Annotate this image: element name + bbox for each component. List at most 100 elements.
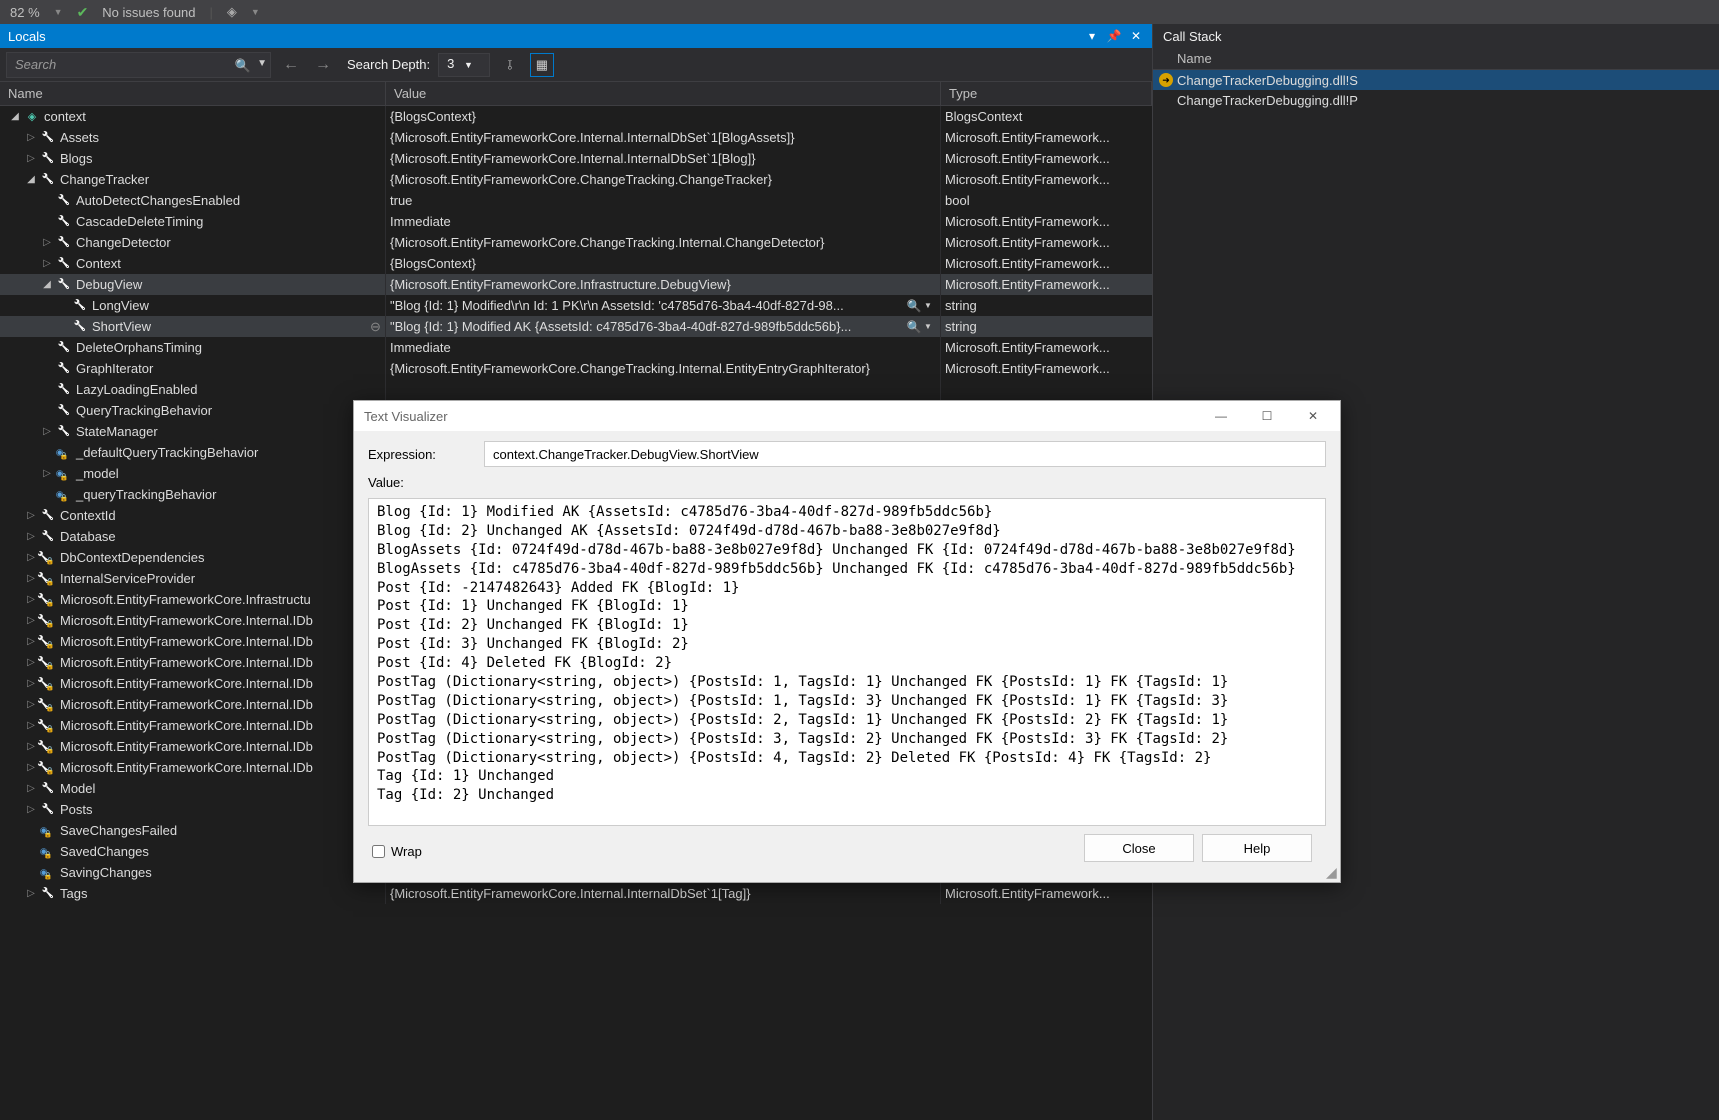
callstack-frame[interactable]: ChangeTrackerDebugging.dll!P [1153, 90, 1719, 110]
close-button[interactable]: Close [1084, 834, 1194, 862]
expander-icon[interactable]: ▷ [24, 551, 38, 565]
search-dropdown-icon[interactable]: ▼ [257, 58, 267, 69]
expander-icon[interactable]: ▷ [24, 656, 38, 670]
expander-icon[interactable]: ▷ [24, 572, 38, 586]
expander-icon[interactable]: ▷ [24, 719, 38, 733]
expander-icon[interactable]: ▷ [40, 257, 54, 271]
variable-row[interactable]: ▷CascadeDeleteTimingImmediateMicrosoft.E… [0, 211, 1152, 232]
prop-icon [40, 655, 56, 671]
window-dropdown-icon[interactable]: ▾ [1084, 28, 1100, 44]
maximize-icon[interactable]: ☐ [1244, 402, 1290, 430]
variable-name: Microsoft.EntityFrameworkCore.Internal.I… [60, 676, 313, 691]
variable-row[interactable]: ▷LazyLoadingEnabled [0, 379, 1152, 400]
dialog-titlebar[interactable]: Text Visualizer — ☐ ✕ [354, 401, 1340, 431]
variable-row[interactable]: ▷DeleteOrphansTimingImmediateMicrosoft.E… [0, 337, 1152, 358]
expander-icon[interactable]: ▷ [24, 782, 38, 796]
expander-icon[interactable]: ▷ [24, 614, 38, 628]
resize-grip-icon[interactable]: ◢ [1326, 868, 1338, 880]
variable-name: Microsoft.EntityFrameworkCore.Internal.I… [60, 613, 313, 628]
callstack-frame[interactable]: ➜ChangeTrackerDebugging.dll!S [1153, 70, 1719, 90]
wrap-checkbox-label[interactable]: Wrap [372, 844, 422, 859]
variable-type: Microsoft.EntityFramework... [941, 148, 1152, 169]
prop-icon [40, 571, 56, 587]
variable-row[interactable]: ◢context{BlogsContext}BlogsContext [0, 106, 1152, 127]
zoom-level[interactable]: 82 % [10, 5, 40, 20]
depth-label: Search Depth: [347, 57, 430, 72]
visualizer-dropdown-icon[interactable]: ▼ [924, 322, 934, 331]
col-header-value[interactable]: Value [386, 82, 941, 105]
pin-icon[interactable]: ⊖ [370, 319, 381, 335]
variable-row[interactable]: ◢ChangeTracker{Microsoft.EntityFramework… [0, 169, 1152, 190]
tag-dropdown-icon[interactable]: ▼ [251, 7, 260, 17]
expander-icon[interactable]: ▷ [40, 467, 54, 481]
prop-icon [56, 382, 72, 398]
expander-icon[interactable]: ▷ [24, 803, 38, 817]
expression-input[interactable] [484, 441, 1326, 467]
expander-icon[interactable]: ▷ [24, 593, 38, 607]
search-prev-icon[interactable]: ← [279, 56, 303, 74]
wrap-checkbox[interactable] [372, 845, 385, 858]
zoom-dropdown-icon[interactable]: ▼ [54, 7, 63, 17]
prop-icon [40, 760, 56, 776]
pin-icon[interactable]: 📌 [1106, 28, 1122, 44]
variable-row[interactable]: ▷Tags{Microsoft.EntityFrameworkCore.Inte… [0, 883, 1152, 904]
variable-name: SavedChanges [60, 844, 149, 859]
search-icon[interactable]: 🔍 [235, 58, 251, 74]
callstack-col-name[interactable]: Name [1153, 48, 1719, 70]
expander-icon[interactable]: ▷ [24, 761, 38, 775]
expander-icon[interactable]: ▷ [24, 131, 38, 145]
expander-icon[interactable]: ▷ [40, 236, 54, 250]
visualizer-icon[interactable]: 🔍 [906, 298, 922, 314]
variable-name: _model [76, 466, 119, 481]
search-input[interactable] [6, 52, 271, 78]
col-header-type[interactable]: Type [941, 82, 1152, 105]
close-icon[interactable]: ✕ [1290, 402, 1336, 430]
search-next-icon[interactable]: → [311, 56, 335, 74]
expander-icon[interactable]: ▷ [24, 152, 38, 166]
variable-type: Microsoft.EntityFramework... [941, 211, 1152, 232]
expander-icon[interactable]: ▷ [24, 635, 38, 649]
close-icon[interactable]: ✕ [1128, 28, 1144, 44]
variable-name: AutoDetectChangesEnabled [76, 193, 240, 208]
grid-header: Name Value Type [0, 82, 1152, 106]
help-button[interactable]: Help [1202, 834, 1312, 862]
variable-row[interactable]: ▷AutoDetectChangesEnabledtruebool [0, 190, 1152, 211]
visualizer-icon[interactable]: 🔍 [906, 319, 922, 335]
variable-row[interactable]: ▷Context{BlogsContext}Microsoft.EntityFr… [0, 253, 1152, 274]
prop-icon [56, 361, 72, 377]
visualizer-dropdown-icon[interactable]: ▼ [924, 301, 934, 310]
expander-icon[interactable]: ◢ [24, 173, 38, 187]
expander-icon[interactable]: ◢ [8, 110, 22, 124]
variable-row[interactable]: ▷ShortView⊖"Blog {Id: 1} Modified AK {As… [0, 316, 1152, 337]
variable-row[interactable]: ▷LongView"Blog {Id: 1} Modified\r\n Id: … [0, 295, 1152, 316]
variable-value: "Blog {Id: 1} Modified\r\n Id: 1 PK\r\n … [390, 298, 936, 313]
expander-icon[interactable]: ▷ [24, 740, 38, 754]
variable-row[interactable]: ▷Assets{Microsoft.EntityFrameworkCore.In… [0, 127, 1152, 148]
callstack-body[interactable]: ➜ChangeTrackerDebugging.dll!S ChangeTrack… [1153, 70, 1719, 110]
variable-row[interactable]: ◢DebugView{Microsoft.EntityFrameworkCore… [0, 274, 1152, 295]
grid-icon[interactable]: ▦ [530, 53, 554, 77]
variable-value: {BlogsContext} [390, 109, 936, 124]
variable-row[interactable]: ▷Blogs{Microsoft.EntityFrameworkCore.Int… [0, 148, 1152, 169]
variable-type: Microsoft.EntityFramework... [941, 253, 1152, 274]
expander-icon[interactable]: ▷ [24, 887, 38, 901]
expander-icon[interactable]: ▷ [40, 425, 54, 439]
minimize-icon[interactable]: — [1198, 402, 1244, 430]
frame-text: ChangeTrackerDebugging.dll!P [1177, 93, 1358, 108]
expander-icon[interactable]: ▷ [24, 698, 38, 712]
variable-value: {Microsoft.EntityFrameworkCore.ChangeTra… [390, 361, 936, 376]
expander-icon[interactable]: ▷ [24, 509, 38, 523]
expander-icon[interactable]: ▷ [24, 677, 38, 691]
variable-row[interactable]: ▷GraphIterator{Microsoft.EntityFramework… [0, 358, 1152, 379]
expander-icon[interactable]: ◢ [40, 278, 54, 292]
variable-name: Microsoft.EntityFrameworkCore.Internal.I… [60, 697, 313, 712]
tag-icon[interactable]: ◈ [227, 4, 237, 20]
value-textarea[interactable]: Blog {Id: 1} Modified AK {AssetsId: c478… [368, 498, 1326, 826]
depth-select[interactable]: 3 ▼ [438, 53, 490, 77]
col-header-name[interactable]: Name [0, 82, 386, 105]
variable-value: {Microsoft.EntityFrameworkCore.Internal.… [390, 151, 936, 166]
variable-row[interactable]: ▷ChangeDetector{Microsoft.EntityFramewor… [0, 232, 1152, 253]
filter-icon[interactable]: ⫱ [498, 53, 522, 77]
expander-icon[interactable]: ▷ [24, 530, 38, 544]
class-icon [24, 109, 40, 125]
